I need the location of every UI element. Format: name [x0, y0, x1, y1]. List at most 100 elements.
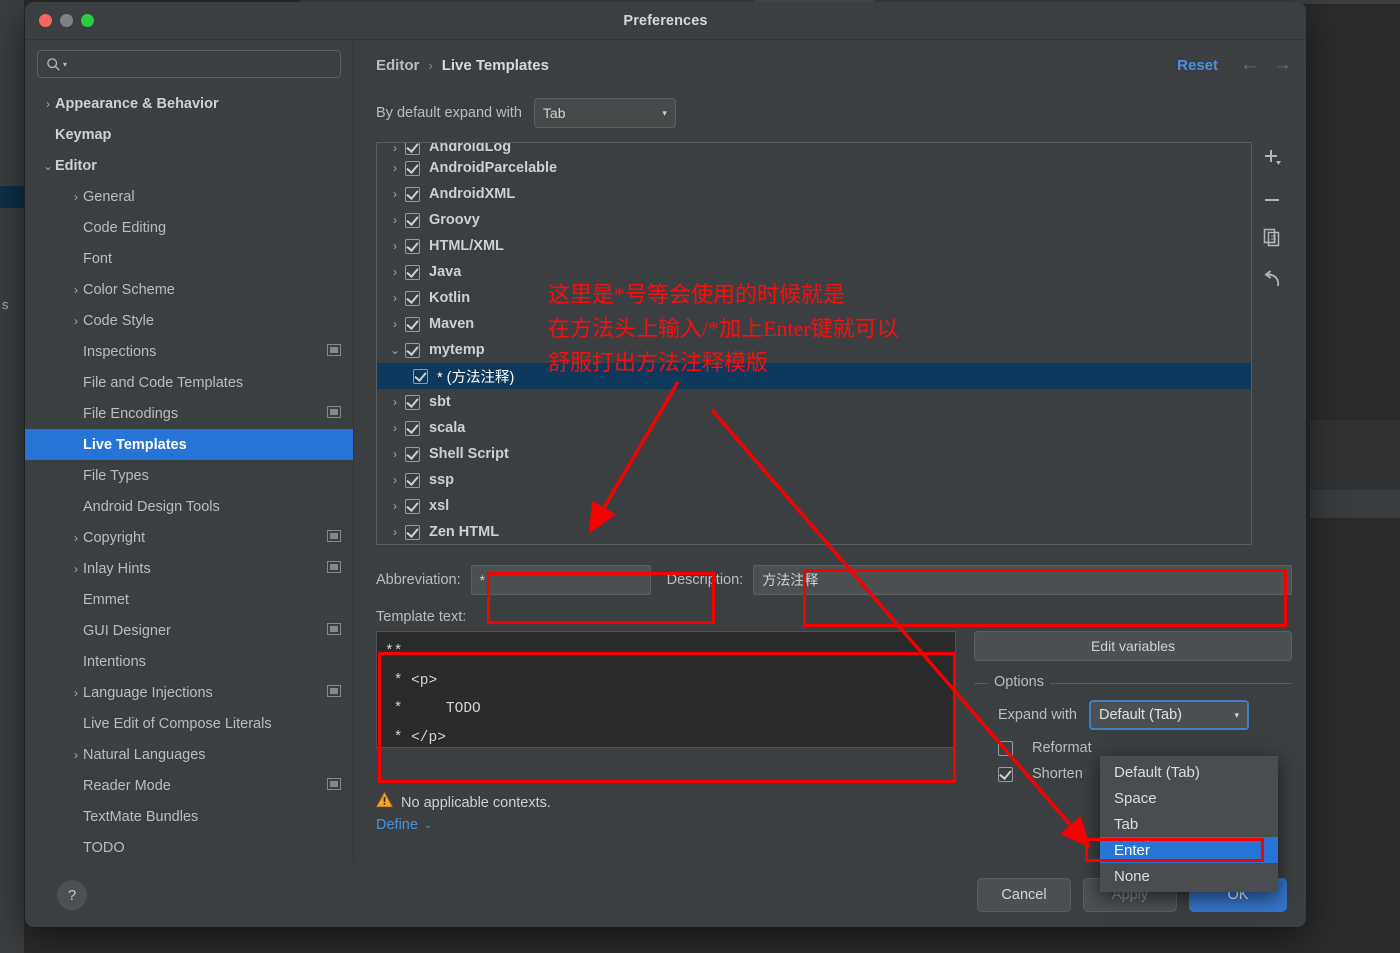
template-enabled-checkbox[interactable]	[405, 524, 420, 540]
chevron-down-icon[interactable]: ⌄	[385, 343, 405, 357]
sidebar-item-todo[interactable]: TODO	[25, 832, 353, 863]
template-list-row[interactable]: › Groovy	[377, 207, 1251, 233]
sidebar-item-language-injections[interactable]: › Language Injections	[25, 677, 353, 708]
template-enabled-checkbox[interactable]	[405, 420, 420, 436]
template-enabled-checkbox[interactable]	[405, 472, 420, 488]
default-expand-combo[interactable]: Tab ▾	[533, 98, 676, 128]
dropdown-item-tab[interactable]: Tab	[1100, 811, 1278, 837]
template-enabled-checkbox[interactable]	[405, 342, 420, 358]
template-list-row[interactable]: › Shell Script	[377, 441, 1251, 467]
chevron-right-icon[interactable]: ›	[385, 187, 405, 201]
chevron-right-icon[interactable]: ›	[385, 143, 405, 155]
template-list-row-partial[interactable]: › AndroidLog	[377, 143, 1251, 155]
sidebar-item-file-encodings[interactable]: File Encodings	[25, 398, 353, 429]
search-box[interactable]: ▾	[37, 50, 341, 78]
sidebar-item-file-types[interactable]: File Types	[25, 460, 353, 491]
help-button[interactable]: ?	[57, 880, 87, 910]
chevron-right-icon[interactable]: ›	[385, 473, 405, 487]
chevron-right-icon[interactable]: ›	[69, 749, 83, 761]
dropdown-item-none[interactable]: None	[1100, 863, 1278, 889]
template-list-row[interactable]: › sbt	[377, 389, 1251, 415]
template-enabled-checkbox[interactable]	[405, 446, 420, 462]
sidebar-item-color-scheme[interactable]: › Color Scheme	[25, 274, 353, 305]
abbreviation-input[interactable]: *	[470, 565, 651, 595]
reformat-row[interactable]: Reformat	[998, 740, 1292, 756]
chevron-right-icon[interactable]: ›	[385, 161, 405, 175]
template-list-row[interactable]: › Zen HTML	[377, 519, 1251, 544]
define-link[interactable]: Define	[376, 817, 418, 833]
sidebar-item-file-and-code-templates[interactable]: File and Code Templates	[25, 367, 353, 398]
expand-with-dropdown-menu[interactable]: Default (Tab) Space Tab Enter None	[1100, 756, 1278, 892]
sidebar-item-font[interactable]: Font	[25, 243, 353, 274]
chevron-right-icon[interactable]: ›	[69, 532, 83, 544]
dropdown-item-enter[interactable]: Enter	[1100, 837, 1278, 863]
chevron-right-icon[interactable]: ›	[385, 499, 405, 513]
remove-icon[interactable]	[1262, 191, 1282, 209]
template-list-row[interactable]: › Maven	[377, 311, 1251, 337]
sidebar-item-emmet[interactable]: Emmet	[25, 584, 353, 615]
search-dropdown-carat[interactable]: ▾	[63, 60, 67, 69]
duplicate-icon[interactable]	[1262, 227, 1282, 252]
sidebar-item-natural-languages[interactable]: › Natural Languages	[25, 739, 353, 770]
arrow-right-icon[interactable]: →	[1273, 54, 1292, 76]
dropdown-item-space[interactable]: Space	[1100, 785, 1278, 811]
revert-icon[interactable]	[1262, 270, 1282, 295]
reformat-checkbox[interactable]	[998, 740, 1013, 756]
template-enabled-checkbox[interactable]	[405, 394, 420, 410]
chevron-right-icon[interactable]: ›	[69, 191, 83, 203]
sidebar-item-inspections[interactable]: Inspections	[25, 336, 353, 367]
template-enabled-checkbox[interactable]	[405, 290, 420, 306]
sidebar-item-editor[interactable]: ⌄ Editor	[25, 150, 353, 181]
chevron-right-icon[interactable]: ›	[69, 284, 83, 296]
template-enabled-checkbox[interactable]	[405, 238, 420, 254]
template-list-row[interactable]: ⌄ mytemp	[377, 337, 1251, 363]
chevron-right-icon[interactable]: ›	[69, 315, 83, 327]
chevron-right-icon[interactable]: ›	[385, 213, 405, 227]
sidebar-item-live-templates[interactable]: Live Templates	[25, 429, 353, 460]
sidebar-item-general[interactable]: › General	[25, 181, 353, 212]
sidebar-item-appearance-behavior[interactable]: › Appearance & Behavior	[25, 88, 353, 119]
description-input[interactable]: 方法注释	[753, 565, 1292, 595]
add-icon[interactable]	[1262, 150, 1282, 173]
template-list-row[interactable]: › scala	[377, 415, 1251, 441]
shorten-checkbox[interactable]	[998, 766, 1013, 782]
template-enabled-checkbox[interactable]	[405, 160, 420, 176]
sidebar-item-code-style[interactable]: › Code Style	[25, 305, 353, 336]
chevron-down-icon[interactable]: ⌄	[41, 160, 55, 172]
sidebar-item-inlay-hints[interactable]: › Inlay Hints	[25, 553, 353, 584]
sidebar-item-copyright[interactable]: › Copyright	[25, 522, 353, 553]
template-enabled-checkbox[interactable]	[413, 368, 428, 384]
reset-link[interactable]: Reset	[1177, 57, 1218, 74]
sidebar-item-reader-mode[interactable]: Reader Mode	[25, 770, 353, 801]
sidebar-item-intentions[interactable]: Intentions	[25, 646, 353, 677]
template-text-editor[interactable]: ** * <p> * TODO * </p> * @author * *	[376, 631, 956, 748]
edit-variables-button[interactable]: Edit variables	[974, 631, 1292, 661]
chevron-right-icon[interactable]: ›	[385, 447, 405, 461]
template-list-row[interactable]: › xsl	[377, 493, 1251, 519]
chevron-right-icon[interactable]: ›	[69, 687, 83, 699]
chevron-right-icon[interactable]: ›	[385, 525, 405, 539]
dropdown-item-default-tab[interactable]: Default (Tab)	[1100, 759, 1278, 785]
sidebar-item-textmate-bundles[interactable]: TextMate Bundles	[25, 801, 353, 832]
template-enabled-checkbox[interactable]	[405, 212, 420, 228]
chevron-right-icon[interactable]: ›	[385, 317, 405, 331]
chevron-right-icon[interactable]: ›	[385, 239, 405, 253]
sidebar-item-gui-designer[interactable]: GUI Designer	[25, 615, 353, 646]
chevron-right-icon[interactable]: ›	[41, 98, 55, 110]
search-input[interactable]	[73, 56, 332, 72]
chevron-right-icon[interactable]: ›	[385, 291, 405, 305]
chevron-right-icon[interactable]: ›	[69, 563, 83, 575]
template-list-row[interactable]: › AndroidXML	[377, 181, 1251, 207]
template-enabled-checkbox[interactable]	[405, 143, 420, 155]
chevron-right-icon[interactable]: ›	[385, 421, 405, 435]
template-list-row[interactable]: › AndroidParcelable	[377, 155, 1251, 181]
template-enabled-checkbox[interactable]	[405, 264, 420, 280]
chevron-right-icon[interactable]: ›	[385, 395, 405, 409]
sidebar-item-live-edit-of-compose-literals[interactable]: Live Edit of Compose Literals	[25, 708, 353, 739]
template-list-row[interactable]: › Java	[377, 259, 1251, 285]
template-list-row[interactable]: * (方法注释)	[377, 363, 1251, 389]
template-enabled-checkbox[interactable]	[405, 498, 420, 514]
template-enabled-checkbox[interactable]	[405, 186, 420, 202]
arrow-left-icon[interactable]: ←	[1240, 54, 1259, 76]
sidebar-item-android-design-tools[interactable]: Android Design Tools	[25, 491, 353, 522]
